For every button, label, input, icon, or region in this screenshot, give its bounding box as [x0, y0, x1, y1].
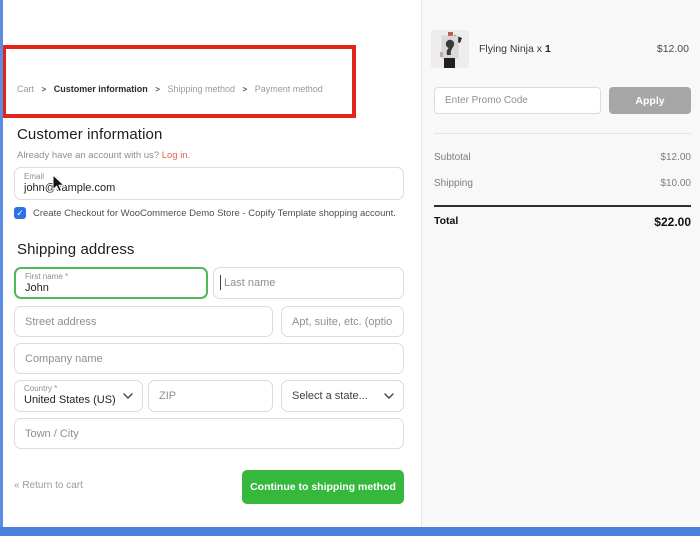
breadcrumb-shipping-method[interactable]: Shipping method — [167, 84, 235, 94]
street-address-input[interactable] — [14, 306, 273, 337]
breadcrumb-customer-information[interactable]: Customer information — [54, 84, 148, 94]
continue-to-shipping-button[interactable]: Continue to shipping method — [242, 470, 404, 504]
chevron-down-icon — [384, 393, 394, 399]
flying-ninja-image — [431, 30, 469, 68]
subtotal-label: Subtotal — [434, 152, 471, 163]
product-name-text: Flying Ninja x — [479, 43, 543, 55]
customer-information-title: Customer information — [17, 126, 163, 143]
email-field-label: Email — [24, 172, 45, 181]
shipping-row: Shipping $10.00 — [434, 178, 691, 189]
first-name-field[interactable]: First name * John — [14, 267, 208, 299]
promo-code-input[interactable] — [434, 87, 601, 114]
breadcrumb-separator-icon: > — [155, 85, 160, 94]
create-account-label: Create Checkout for WooCommerce Demo Sto… — [33, 207, 396, 219]
account-prompt-text: Already have an account with us? — [17, 150, 160, 161]
breadcrumb-cart[interactable]: Cart — [17, 84, 34, 94]
window-edge-left — [0, 0, 3, 536]
shipping-value: $10.00 — [660, 178, 691, 189]
chevron-down-icon — [123, 393, 133, 399]
highlight-rectangle — [2, 45, 356, 118]
company-name-input[interactable] — [14, 343, 404, 374]
product-thumbnail — [431, 30, 469, 68]
order-summary-panel: Flying Ninja x 1 $12.00 Apply Subtotal $… — [421, 0, 700, 527]
login-link[interactable]: Log in. — [162, 150, 191, 161]
first-name-value: John — [25, 282, 49, 294]
email-field-value: john@sample.com — [24, 182, 116, 194]
product-price: $12.00 — [656, 43, 689, 55]
country-value: United States (US) — [24, 394, 116, 406]
return-to-cart-link[interactable]: « Return to cart — [14, 480, 83, 491]
create-account-row: ✓ Create Checkout for WooCommerce Demo S… — [14, 207, 414, 219]
zip-input[interactable] — [148, 380, 273, 412]
breadcrumb-payment-method[interactable]: Payment method — [255, 84, 323, 94]
apt-suite-input[interactable] — [281, 306, 404, 337]
account-prompt: Already have an account with us? Log in. — [17, 150, 190, 161]
email-field[interactable]: Email john@sample.com — [14, 167, 404, 200]
first-name-label: First name * — [25, 272, 69, 281]
total-row: Total $22.00 — [434, 215, 691, 229]
text-caret — [220, 275, 221, 290]
breadcrumb: Cart > Customer information > Shipping m… — [17, 84, 323, 94]
total-value: $22.00 — [654, 215, 691, 229]
summary-divider — [434, 133, 691, 134]
country-label: Country * — [24, 384, 58, 393]
total-label: Total — [434, 215, 459, 227]
last-name-input[interactable] — [213, 267, 404, 299]
checkmark-icon: ✓ — [16, 208, 24, 218]
subtotal-row: Subtotal $12.00 — [434, 152, 691, 163]
subtotal-value: $12.00 — [660, 152, 691, 163]
product-name: Flying Ninja x 1 — [479, 43, 551, 55]
total-divider — [434, 205, 691, 207]
state-select[interactable]: Select a state... — [281, 380, 404, 412]
shipping-label: Shipping — [434, 178, 473, 189]
product-quantity: 1 — [544, 43, 551, 55]
breadcrumb-separator-icon: > — [41, 85, 47, 94]
shipping-address-title: Shipping address — [17, 241, 135, 258]
create-account-checkbox[interactable]: ✓ — [14, 207, 26, 219]
state-select-value: Select a state... — [292, 390, 368, 402]
window-edge-bottom — [0, 527, 700, 536]
apply-promo-button[interactable]: Apply — [609, 87, 691, 114]
breadcrumb-separator-icon: > — [242, 85, 248, 94]
country-select[interactable]: Country * United States (US) — [14, 380, 143, 412]
town-city-input[interactable] — [14, 418, 404, 449]
